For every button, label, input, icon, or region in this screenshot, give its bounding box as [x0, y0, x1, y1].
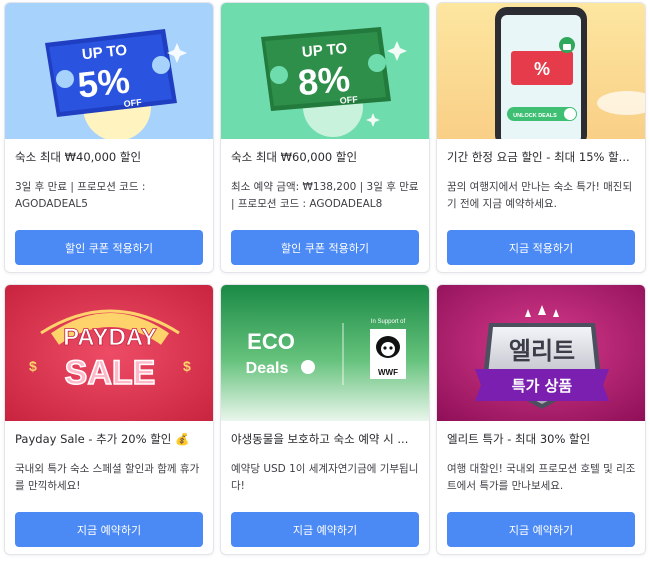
unlock-label: UNLOCK DEALS: [513, 113, 557, 119]
apply-coupon-button[interactable]: 할인 쿠폰 적용하기: [15, 230, 203, 265]
deal-card[interactable]: ECO Deals In Support of WWF 야생동물을 보호하고 숙…: [220, 284, 430, 555]
deal-banner: UP TO 8% OFF: [221, 3, 429, 139]
apply-now-button[interactable]: 지금 적용하기: [447, 230, 635, 265]
payday-word: PAYDAY: [63, 324, 157, 351]
special-word: 특가 상품: [512, 377, 573, 395]
deal-description: 예약당 USD 1이 세계자연기금에 기부됩니다!: [231, 463, 419, 492]
deal-card[interactable]: UP TO 8% OFF 숙소 최대 ₩60,000 할인 최소 예약 금액: …: [220, 2, 430, 273]
deal-banner: UP TO 5% OFF: [5, 3, 213, 139]
deal-title: 기간 한정 요금 할인 - 최대 15% 할...: [447, 150, 630, 164]
deal-description: 국내외 특가 숙소 스페셜 할인과 함께 휴가를 만끽하세요!: [15, 463, 200, 492]
badge-line3: OFF: [339, 94, 358, 106]
book-now-button[interactable]: 지금 예약하기: [15, 512, 203, 547]
deals-word: Deals: [246, 360, 289, 377]
deal-banner: ECO Deals In Support of WWF: [221, 285, 429, 421]
deal-description: 꿈의 여행지에서 만나는 숙소 특가! 매진되기 전에 지금 예약하세요.: [447, 181, 633, 210]
deal-title: 엘리트 특가 - 최대 30% 할인: [447, 432, 591, 446]
deal-card[interactable]: 엘리트 특가 상품 엘리트 특가 - 최대 30% 할인 여행 대할인! 국내외…: [436, 284, 646, 555]
apply-coupon-button[interactable]: 할인 쿠폰 적용하기: [231, 230, 419, 265]
deal-description: 3일 후 만료 | 프로모션 코드 : AGODADEAL5: [15, 181, 146, 210]
book-now-button[interactable]: 지금 예약하기: [231, 512, 419, 547]
paw-icon: [301, 360, 315, 374]
deal-card[interactable]: UP TO 5% OFF 숙소 최대 ₩40,000 할인 3일 후 만료 | …: [4, 2, 214, 273]
deal-description: 여행 대할인! 국내외 프로모션 호텔 및 리조트에서 특가를 만나보세요.: [447, 463, 636, 492]
sale-word: SALE: [65, 354, 156, 392]
deals-grid: UP TO 5% OFF 숙소 최대 ₩40,000 할인 3일 후 만료 | …: [0, 0, 650, 561]
deal-title: 야생동물을 보호하고 숙소 예약 시 ...: [231, 432, 409, 446]
badge-line3: OFF: [123, 97, 142, 109]
deal-banner: PAYDAY SALE $ $: [5, 285, 213, 421]
book-now-button[interactable]: 지금 예약하기: [447, 512, 635, 547]
elite-word: 엘리트: [509, 337, 575, 365]
deal-title: Payday Sale - 추가 20% 할인 💰: [15, 432, 190, 446]
deal-banner: 엘리트 특가 상품: [437, 285, 645, 421]
wwf-text: WWF: [378, 368, 398, 377]
dollar-icon: $: [29, 358, 37, 374]
dollar-icon: $: [183, 358, 191, 374]
deal-banner: % UNLOCK DEALS: [437, 3, 645, 139]
eco-word: ECO: [247, 329, 295, 354]
deal-card[interactable]: % UNLOCK DEALS 기간 한정 요금 할인 - 최대 15% 할...…: [436, 2, 646, 273]
phone-badge: %: [534, 59, 550, 79]
deal-description: 최소 예약 금액: ₩138,200 | 3일 후 만료 | 프로모션 코드 :…: [231, 181, 419, 210]
deal-title: 숙소 최대 ₩40,000 할인: [15, 150, 142, 164]
deal-title: 숙소 최대 ₩60,000 할인: [231, 150, 358, 164]
support-label: In Support of: [371, 319, 406, 325]
deal-card[interactable]: PAYDAY SALE $ $ Payday Sale - 추가 20% 할인 …: [4, 284, 214, 555]
